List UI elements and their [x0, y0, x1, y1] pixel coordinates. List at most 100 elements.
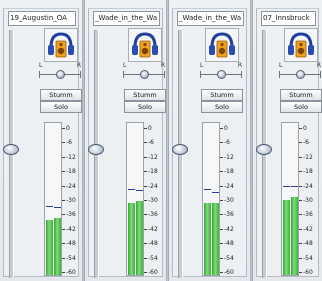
db-tick-label: -42: [62, 226, 76, 233]
db-tick-label: -12: [144, 154, 158, 161]
pan-tick: [320, 71, 321, 78]
pan-knob[interactable]: [56, 70, 65, 79]
level-meter: [281, 122, 299, 276]
db-tick-label: -18: [220, 169, 234, 175]
track-icon-button[interactable]: [128, 28, 162, 62]
level-meter: [126, 122, 144, 276]
track-icon-button[interactable]: [205, 28, 239, 62]
track-name-field[interactable]: 07_Innsbruck: [261, 11, 316, 26]
volume-fader-knob[interactable]: [88, 144, 104, 155]
volume-fader-knob[interactable]: [256, 144, 272, 155]
db-tick-label: -36: [62, 212, 76, 218]
volume-fader-knob[interactable]: [172, 144, 188, 155]
pan-left-label: L: [123, 62, 127, 69]
db-tick-label: -36: [144, 212, 158, 218]
peak-marker: [128, 189, 135, 190]
solo-button[interactable]: Solo: [280, 101, 322, 113]
db-tick-label: -6: [220, 140, 230, 146]
pan-tick: [39, 71, 40, 78]
mute-button[interactable]: Stumm: [201, 89, 243, 101]
meter-bar-left: [128, 203, 135, 275]
db-tick-label: -42: [220, 226, 234, 233]
db-tick-label: -30: [299, 198, 313, 204]
db-tick-label: -54: [220, 255, 234, 262]
db-tick-label: -30: [144, 198, 158, 204]
pan-control[interactable]: LR: [37, 62, 83, 84]
peak-marker: [283, 186, 290, 187]
mute-button[interactable]: Stumm: [40, 89, 82, 101]
channel-strip-4: 07_Innsbruck LR Stumm Solo 0 -6 -12 -18 -24-…: [253, 0, 322, 281]
db-tick-label: -54: [62, 255, 76, 262]
db-tick-label: -18: [144, 169, 158, 175]
level-meter: [44, 122, 62, 276]
solo-button[interactable]: Solo: [40, 101, 82, 113]
peak-marker: [136, 190, 143, 191]
meter-bar-right: [136, 201, 143, 275]
db-tick-label: 0: [62, 126, 70, 132]
channel-strip-2: _Wade_in_the_Wa LR Stumm Solo 0 -6 -12 -18-…: [85, 0, 166, 281]
solo-button[interactable]: Solo: [201, 101, 243, 113]
db-tick-label: -54: [299, 255, 313, 262]
headphones-speaker-icon: [48, 32, 74, 58]
db-tick-label: -30: [62, 198, 76, 204]
db-tick-label: -12: [299, 154, 313, 161]
db-tick-label: -12: [62, 154, 76, 161]
pan-control[interactable]: LR: [198, 62, 244, 84]
db-tick-label: -36: [299, 212, 313, 218]
pan-left-label: L: [200, 62, 204, 69]
volume-fader-knob[interactable]: [3, 144, 19, 155]
headphones-speaker-icon: [132, 32, 158, 58]
pan-left-label: L: [279, 62, 283, 69]
db-scale: 0 -6 -12 -18 -24 -30 -36 -42 -48 -54 -60: [299, 122, 321, 276]
pan-control[interactable]: LR: [121, 62, 167, 84]
db-tick-label: -12: [220, 154, 234, 161]
track-name-field[interactable]: _Wade_in_the_Wa: [177, 11, 244, 26]
pan-knob[interactable]: [217, 70, 226, 79]
pan-tick: [123, 71, 124, 78]
peak-marker: [54, 207, 61, 208]
db-tick-label: 0: [220, 126, 228, 132]
solo-button[interactable]: Solo: [124, 101, 166, 113]
meter-bar-left: [204, 203, 211, 275]
db-tick-label: -60: [220, 270, 234, 276]
headphones-speaker-icon: [209, 32, 235, 58]
track-name-field[interactable]: _Wade_in_the_Wa: [93, 11, 160, 26]
db-tick-label: -60: [144, 270, 158, 276]
db-tick-label: -18: [299, 169, 313, 175]
db-tick-label: -60: [299, 270, 313, 276]
pan-knob[interactable]: [296, 70, 305, 79]
db-tick-label: -24: [220, 183, 234, 190]
pan-right-label: R: [316, 62, 321, 69]
db-tick-label: 0: [299, 126, 307, 132]
track-icon-button[interactable]: [44, 28, 78, 62]
channel-strip-1: 19_Augustin_OA LR Stumm Solo 0 -6 -12 -18 -2…: [0, 0, 82, 281]
track-icon-button[interactable]: [284, 28, 318, 62]
pan-knob[interactable]: [140, 70, 149, 79]
pan-tick: [241, 71, 242, 78]
db-tick-label: -24: [144, 183, 158, 190]
pan-right-label: R: [237, 62, 242, 69]
db-scale: 0 -6 -12 -18 -24 -30 -36 -42 -48 -54 -60: [62, 122, 84, 276]
pan-tick: [200, 71, 201, 78]
mute-button[interactable]: Stumm: [124, 89, 166, 101]
meter-bar-right: [212, 203, 219, 275]
db-tick-label: -24: [62, 183, 76, 190]
pan-tick: [279, 71, 280, 78]
db-tick-label: -6: [299, 140, 309, 146]
db-tick-label: -48: [144, 241, 158, 247]
db-scale: 0 -6 -12 -18 -24 -30 -36 -42 -48 -54 -60: [144, 122, 166, 276]
db-tick-label: -48: [220, 241, 234, 247]
pan-control[interactable]: LR: [277, 62, 322, 84]
db-tick-label: -54: [144, 255, 158, 262]
db-tick-label: -6: [62, 140, 72, 146]
db-tick-label: -42: [144, 226, 158, 233]
db-tick-label: -30: [220, 198, 234, 204]
mute-button[interactable]: Stumm: [280, 89, 322, 101]
peak-marker: [212, 192, 219, 193]
meter-bar-left: [46, 220, 53, 275]
level-meter: [202, 122, 220, 276]
pan-right-label: R: [160, 62, 165, 69]
headphones-speaker-icon: [288, 32, 314, 58]
meter-bar-right: [54, 218, 61, 275]
track-name-field[interactable]: 19_Augustin_OA: [8, 11, 76, 26]
